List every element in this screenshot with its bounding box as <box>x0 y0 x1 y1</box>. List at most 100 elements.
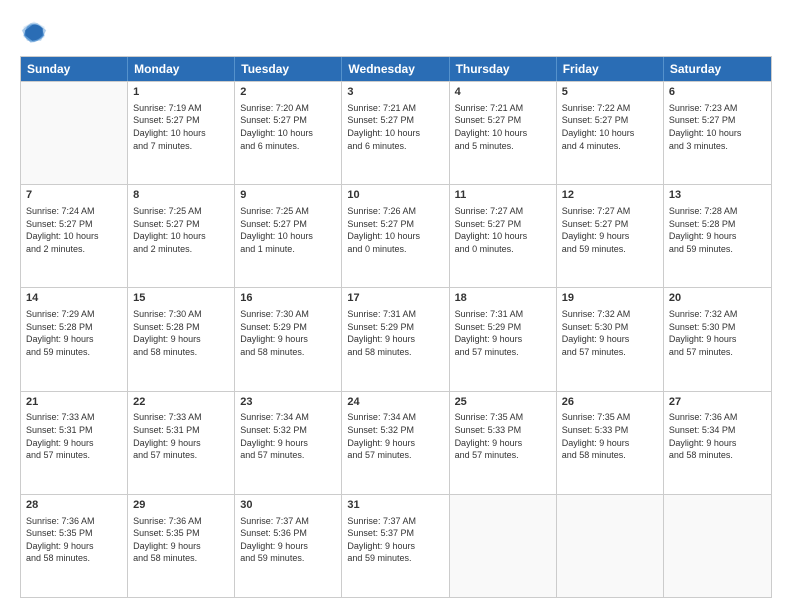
day-number: 10 <box>347 188 443 203</box>
day-number: 13 <box>669 188 766 203</box>
day-cell-22: 22Sunrise: 7:33 AM Sunset: 5:31 PM Dayli… <box>128 392 235 494</box>
day-number: 29 <box>133 498 229 513</box>
calendar-row-5: 28 Sunrise: 7:36 AM Sunset: 5:35 PM Dayli… <box>21 494 771 597</box>
day-cell-15: 15 Sunrise: 7:30 AM Sunset: 5:28 PM Dayli… <box>128 288 235 390</box>
day-info: Sunrise: 7:31 AM Sunset: 5:29 PM Dayligh… <box>347 308 443 358</box>
calendar-row-1: 1 Sunrise: 7:19 AM Sunset: 5:27 PM Daylig… <box>21 81 771 184</box>
day-cell-13: 13 Sunrise: 7:28 AM Sunset: 5:28 PM Dayli… <box>664 185 771 287</box>
day-cell-8: 8 Sunrise: 7:25 AM Sunset: 5:27 PM Daylig… <box>128 185 235 287</box>
empty-cell-4-4 <box>450 495 557 597</box>
day-number: 12 <box>562 188 658 203</box>
day-info: Sunrise: 7:21 AM Sunset: 5:27 PM Dayligh… <box>455 102 551 152</box>
day-info: Sunrise: 7:37 AM Sunset: 5:36 PM Dayligh… <box>240 515 336 565</box>
day-info: Sunrise: 7:25 AM Sunset: 5:27 PM Dayligh… <box>133 205 229 255</box>
day-cell-10: 10 Sunrise: 7:26 AM Sunset: 5:27 PM Dayli… <box>342 185 449 287</box>
day-cell-28: 28Sunrise: 7:36 AM Sunset: 5:35 PM Dayli… <box>21 495 128 597</box>
day-info: Sunrise: 7:19 AM Sunset: 5:27 PM Dayligh… <box>133 102 229 152</box>
calendar: SundayMondayTuesdayWednesdayThursdayFrid… <box>20 56 772 598</box>
day-number: 15 <box>133 291 229 306</box>
day-number: 30 <box>240 498 336 513</box>
empty-cell-4-5 <box>557 495 664 597</box>
day-cell-18: 18 Sunrise: 7:31 AM Sunset: 5:29 PM Dayli… <box>450 288 557 390</box>
day-cell-26: 26Sunrise: 7:35 AM Sunset: 5:33 PM Dayli… <box>557 392 664 494</box>
day-cell-19: 19 Sunrise: 7:32 AM Sunset: 5:30 PM Dayli… <box>557 288 664 390</box>
day-info: Sunrise: 7:24 AM Sunset: 5:27 PM Dayligh… <box>26 205 122 255</box>
day-info: Sunrise: 7:28 AM Sunset: 5:28 PM Dayligh… <box>669 205 766 255</box>
day-number: 3 <box>347 85 443 100</box>
day-number: 28 <box>26 498 122 513</box>
day-info: Sunrise: 7:30 AM Sunset: 5:29 PM Dayligh… <box>240 308 336 358</box>
day-number: 18 <box>455 291 551 306</box>
day-cell-27: 27Sunrise: 7:36 AM Sunset: 5:34 PM Dayli… <box>664 392 771 494</box>
day-info: Sunrise: 7:35 AM Sunset: 5:33 PM Dayligh… <box>562 411 658 461</box>
day-number: 27 <box>669 395 766 410</box>
day-cell-6: 6Sunrise: 7:23 AM Sunset: 5:27 PM Daylig… <box>664 82 771 184</box>
day-info: Sunrise: 7:36 AM Sunset: 5:35 PM Dayligh… <box>133 515 229 565</box>
day-info: Sunrise: 7:30 AM Sunset: 5:28 PM Dayligh… <box>133 308 229 358</box>
page: SundayMondayTuesdayWednesdayThursdayFrid… <box>0 0 792 612</box>
day-info: Sunrise: 7:32 AM Sunset: 5:30 PM Dayligh… <box>562 308 658 358</box>
day-info: Sunrise: 7:27 AM Sunset: 5:27 PM Dayligh… <box>562 205 658 255</box>
day-header-tuesday: Tuesday <box>235 57 342 81</box>
day-cell-14: 14 Sunrise: 7:29 AM Sunset: 5:28 PM Dayli… <box>21 288 128 390</box>
day-number: 11 <box>455 188 551 203</box>
day-cell-4: 4 Sunrise: 7:21 AM Sunset: 5:27 PM Daylig… <box>450 82 557 184</box>
calendar-header: SundayMondayTuesdayWednesdayThursdayFrid… <box>21 57 771 81</box>
day-info: Sunrise: 7:35 AM Sunset: 5:33 PM Dayligh… <box>455 411 551 461</box>
day-info: Sunrise: 7:36 AM Sunset: 5:34 PM Dayligh… <box>669 411 766 461</box>
day-number: 26 <box>562 395 658 410</box>
day-header-monday: Monday <box>128 57 235 81</box>
day-cell-17: 17Sunrise: 7:31 AM Sunset: 5:29 PM Dayli… <box>342 288 449 390</box>
day-info: Sunrise: 7:31 AM Sunset: 5:29 PM Dayligh… <box>455 308 551 358</box>
calendar-row-3: 14 Sunrise: 7:29 AM Sunset: 5:28 PM Dayli… <box>21 287 771 390</box>
day-number: 23 <box>240 395 336 410</box>
day-number: 25 <box>455 395 551 410</box>
day-number: 24 <box>347 395 443 410</box>
day-info: Sunrise: 7:37 AM Sunset: 5:37 PM Dayligh… <box>347 515 443 565</box>
day-number: 6 <box>669 85 766 100</box>
day-info: Sunrise: 7:32 AM Sunset: 5:30 PM Dayligh… <box>669 308 766 358</box>
day-info: Sunrise: 7:22 AM Sunset: 5:27 PM Dayligh… <box>562 102 658 152</box>
calendar-row-2: 7 Sunrise: 7:24 AM Sunset: 5:27 PM Daylig… <box>21 184 771 287</box>
day-info: Sunrise: 7:33 AM Sunset: 5:31 PM Dayligh… <box>133 411 229 461</box>
day-number: 1 <box>133 85 229 100</box>
day-info: Sunrise: 7:20 AM Sunset: 5:27 PM Dayligh… <box>240 102 336 152</box>
day-info: Sunrise: 7:34 AM Sunset: 5:32 PM Dayligh… <box>240 411 336 461</box>
day-cell-12: 12 Sunrise: 7:27 AM Sunset: 5:27 PM Dayli… <box>557 185 664 287</box>
day-number: 16 <box>240 291 336 306</box>
calendar-body: 1 Sunrise: 7:19 AM Sunset: 5:27 PM Daylig… <box>21 81 771 597</box>
day-cell-3: 3Sunrise: 7:21 AM Sunset: 5:27 PM Daylig… <box>342 82 449 184</box>
day-number: 19 <box>562 291 658 306</box>
day-cell-29: 29 Sunrise: 7:36 AM Sunset: 5:35 PM Dayli… <box>128 495 235 597</box>
day-info: Sunrise: 7:29 AM Sunset: 5:28 PM Dayligh… <box>26 308 122 358</box>
day-number: 31 <box>347 498 443 513</box>
logo-icon <box>20 18 48 46</box>
day-cell-31: 31 Sunrise: 7:37 AM Sunset: 5:37 PM Dayli… <box>342 495 449 597</box>
day-number: 4 <box>455 85 551 100</box>
day-cell-23: 23Sunrise: 7:34 AM Sunset: 5:32 PM Dayli… <box>235 392 342 494</box>
day-cell-2: 2Sunrise: 7:20 AM Sunset: 5:27 PM Daylig… <box>235 82 342 184</box>
day-cell-21: 21Sunrise: 7:33 AM Sunset: 5:31 PM Dayli… <box>21 392 128 494</box>
empty-cell-0-0 <box>21 82 128 184</box>
day-cell-25: 25Sunrise: 7:35 AM Sunset: 5:33 PM Dayli… <box>450 392 557 494</box>
day-cell-16: 16 Sunrise: 7:30 AM Sunset: 5:29 PM Dayli… <box>235 288 342 390</box>
day-number: 8 <box>133 188 229 203</box>
day-number: 21 <box>26 395 122 410</box>
day-cell-11: 11 Sunrise: 7:27 AM Sunset: 5:27 PM Dayli… <box>450 185 557 287</box>
day-number: 7 <box>26 188 122 203</box>
logo <box>20 18 52 46</box>
day-number: 22 <box>133 395 229 410</box>
day-cell-20: 20Sunrise: 7:32 AM Sunset: 5:30 PM Dayli… <box>664 288 771 390</box>
day-info: Sunrise: 7:33 AM Sunset: 5:31 PM Dayligh… <box>26 411 122 461</box>
day-info: Sunrise: 7:26 AM Sunset: 5:27 PM Dayligh… <box>347 205 443 255</box>
day-number: 5 <box>562 85 658 100</box>
day-cell-1: 1 Sunrise: 7:19 AM Sunset: 5:27 PM Daylig… <box>128 82 235 184</box>
empty-cell-4-6 <box>664 495 771 597</box>
day-cell-7: 7 Sunrise: 7:24 AM Sunset: 5:27 PM Daylig… <box>21 185 128 287</box>
day-header-wednesday: Wednesday <box>342 57 449 81</box>
day-number: 9 <box>240 188 336 203</box>
day-info: Sunrise: 7:27 AM Sunset: 5:27 PM Dayligh… <box>455 205 551 255</box>
day-cell-9: 9Sunrise: 7:25 AM Sunset: 5:27 PM Daylig… <box>235 185 342 287</box>
day-header-sunday: Sunday <box>21 57 128 81</box>
day-number: 14 <box>26 291 122 306</box>
